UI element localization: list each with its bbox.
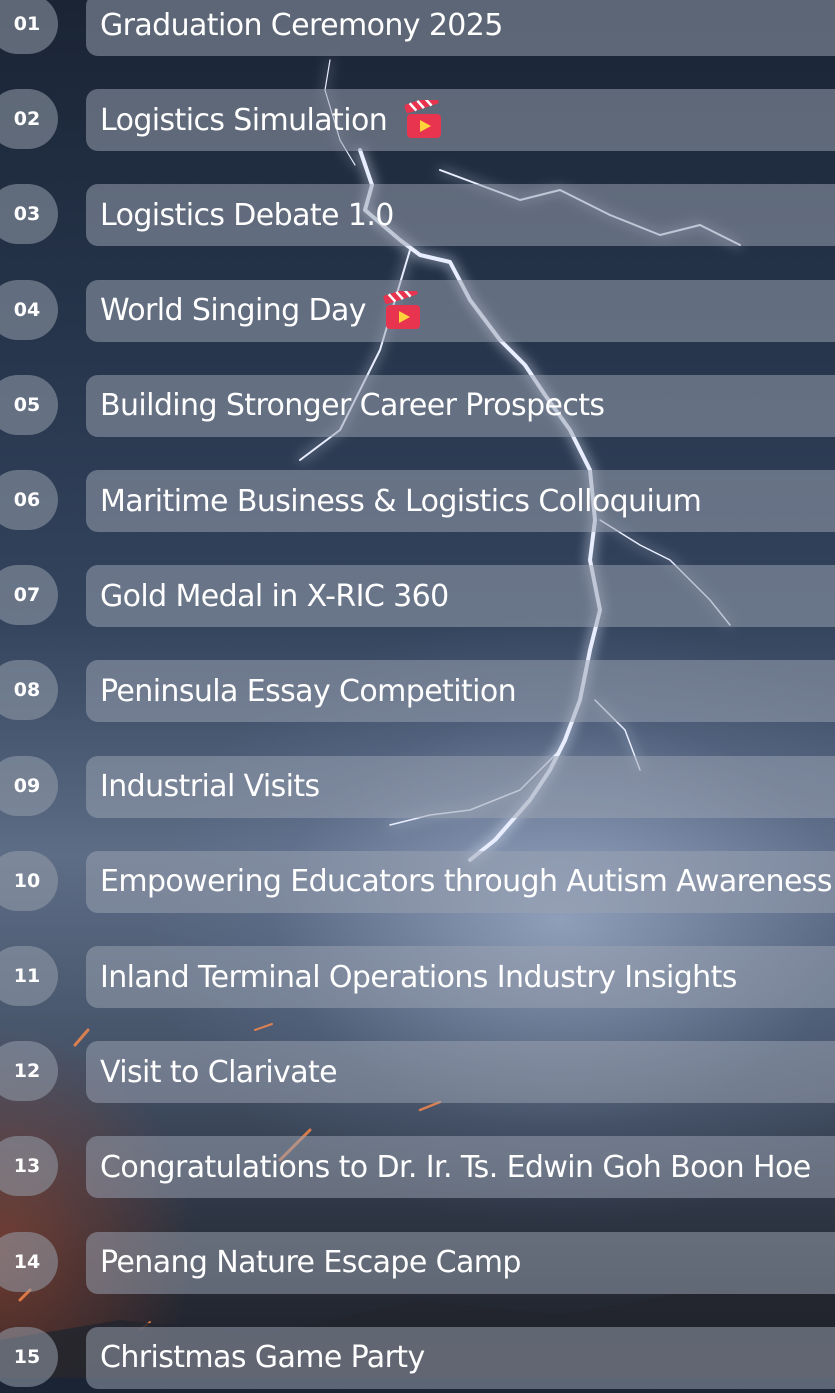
event-number-badge: 11 [0, 946, 58, 1006]
event-item[interactable]: 14 Penang Nature Escape Camp [0, 1231, 835, 1298]
event-number-badge: 07 [0, 565, 58, 626]
event-title-pill[interactable]: Gold Medal in X-RIC 360 [86, 565, 835, 628]
event-item[interactable]: 08 Peninsula Essay Competition [0, 660, 835, 726]
event-title: Gold Medal in X-RIC 360 [100, 578, 449, 614]
event-title-pill[interactable]: Maritime Business & Logistics Colloquium [86, 470, 835, 532]
event-title: Congratulations to Dr. Ir. Ts. Edwin Goh… [100, 1149, 811, 1185]
event-number-badge: 06 [0, 470, 58, 530]
event-item[interactable]: 01 Graduation Ceremony 2025 [0, 0, 835, 60]
event-title-pill[interactable]: Logistics Simulation [86, 89, 835, 152]
event-title-pill[interactable]: Logistics Debate 1.0 [86, 184, 835, 247]
event-number-badge: 01 [0, 0, 58, 54]
event-title: Peninsula Essay Competition [100, 673, 517, 709]
event-title-pill[interactable]: Inland Terminal Operations Industry Insi… [86, 946, 835, 1008]
event-title-pill[interactable]: Visit to Clarivate [86, 1041, 835, 1104]
event-title: World Singing Day [100, 293, 367, 329]
event-number-badge: 05 [0, 374, 58, 435]
event-number-badge: 14 [0, 1231, 58, 1292]
event-number-badge: 03 [0, 184, 58, 245]
event-title-pill[interactable]: Christmas Game Party [86, 1326, 835, 1389]
event-item[interactable]: 07 Gold Medal in X-RIC 360 [0, 565, 835, 631]
event-item[interactable]: 10 Empowering Educators through Autism Aw… [0, 850, 835, 917]
event-title: Inland Terminal Operations Industry Insi… [100, 959, 737, 995]
clapperboard-icon [403, 95, 447, 140]
event-item[interactable]: 15 Christmas Game Party [0, 1326, 835, 1393]
event-number-badge: 12 [0, 1041, 58, 1102]
event-title: Empowering Educators through Autism Awar… [100, 864, 832, 900]
event-item[interactable]: 05 Building Stronger Career Prospects [0, 374, 835, 441]
event-title-pill[interactable]: Graduation Ceremony 2025 [86, 0, 835, 56]
event-item[interactable]: 02 Logistics Simulation [0, 89, 835, 155]
event-item[interactable]: 12 Visit to Clarivate [0, 1041, 835, 1107]
event-item[interactable]: 06 Maritime Business & Logistics Colloqui… [0, 470, 835, 536]
event-number-badge: 10 [0, 850, 58, 911]
event-title: Visit to Clarivate [100, 1054, 338, 1090]
event-number-badge: 13 [0, 1136, 58, 1197]
event-number-badge: 02 [0, 89, 58, 150]
event-title: Penang Nature Escape Camp [100, 1245, 521, 1281]
clapperboard-icon [382, 285, 426, 331]
event-title: Graduation Ceremony 2025 [100, 7, 503, 43]
event-title: Logistics Debate 1.0 [100, 197, 394, 233]
event-number-badge: 09 [0, 755, 58, 816]
event-item[interactable]: 04 World Singing Day [0, 279, 835, 346]
event-item[interactable]: 11 Inland Terminal Operations Industry In… [0, 946, 835, 1012]
event-title: Maritime Business & Logistics Colloquium [100, 483, 702, 519]
event-item[interactable]: 09 Industrial Visits [0, 755, 835, 822]
event-item[interactable]: 13 Congratulations to Dr. Ir. Ts. Edwin G… [0, 1136, 835, 1202]
event-title-pill[interactable]: World Singing Day [86, 279, 835, 342]
event-number-badge: 08 [0, 660, 58, 721]
event-title-pill[interactable]: Congratulations to Dr. Ir. Ts. Edwin Goh… [86, 1136, 835, 1199]
event-title: Industrial Visits [100, 769, 320, 805]
event-item[interactable]: 03 Logistics Debate 1.0 [0, 184, 835, 250]
event-title: Christmas Game Party [100, 1340, 425, 1376]
event-number-badge: 04 [0, 279, 58, 340]
event-title-pill[interactable]: Penang Nature Escape Camp [86, 1231, 835, 1294]
event-title-pill[interactable]: Peninsula Essay Competition [86, 660, 835, 723]
event-title-pill[interactable]: Building Stronger Career Prospects [86, 374, 835, 437]
event-title-pill[interactable]: Empowering Educators through Autism Awar… [86, 850, 835, 913]
event-title-pill[interactable]: Industrial Visits [86, 755, 835, 818]
event-title: Building Stronger Career Prospects [100, 388, 605, 424]
event-title: Logistics Simulation [100, 102, 388, 138]
